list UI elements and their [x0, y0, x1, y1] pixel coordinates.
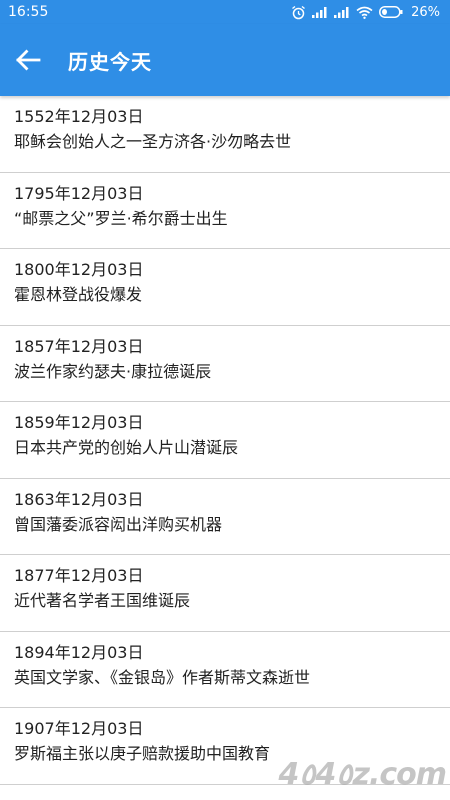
status-bar: 16:55 26% [0, 0, 450, 24]
list-item[interactable]: 1857年12月03日 波兰作家约瑟夫·康拉德诞辰 [0, 326, 450, 402]
status-icons: 26% [291, 5, 440, 20]
event-title: 日本共产党的创始人片山潜诞辰 [14, 438, 239, 457]
list-item[interactable]: 1894年12月03日 英国文学家、《金银岛》作者斯蒂文森逝世 [0, 632, 450, 708]
alarm-icon [292, 5, 306, 19]
watermark-logo: 4٥4٥z.com [278, 757, 447, 792]
event-title: 霍恩林登战役爆发 [14, 285, 143, 304]
event-title: 波兰作家约瑟夫·康拉德诞辰 [14, 361, 212, 381]
event-title: 耶稣会创始人之一圣方济各·沙勿略去世 [14, 132, 292, 151]
event-date: 1857年12月03日 [14, 336, 144, 356]
history-event-list: 1552年12月03日 耶稣会创始人之一圣方济各·沙勿略去世 1795年12月0… [0, 96, 450, 785]
app-bar: 历史今天 [0, 24, 450, 96]
arrow-left-icon [16, 49, 41, 71]
list-item[interactable]: 1859年12月03日 日本共产党的创始人片山潜诞辰 [0, 402, 450, 479]
signal-icon [334, 7, 349, 18]
list-item[interactable]: 1800年12月03日 霍恩林登战役爆发 [0, 249, 450, 326]
event-date: 1795年12月03日 [14, 183, 144, 203]
back-button[interactable] [0, 24, 56, 96]
event-date: 1552年12月03日 [14, 107, 144, 126]
event-title: 英国文学家、《金银岛》作者斯蒂文森逝世 [14, 667, 311, 687]
event-date: 1877年12月03日 [14, 566, 144, 585]
list-item[interactable]: 1552年12月03日 耶稣会创始人之一圣方济各·沙勿略去世 [0, 96, 450, 173]
event-title: 曾国藩委派容闳出洋购买机器 [14, 514, 223, 534]
event-date: 1907年12月03日 [14, 719, 144, 738]
battery-icon [379, 6, 403, 18]
wifi-icon [356, 6, 373, 19]
page-title: 历史今天 [68, 49, 152, 74]
signal-icon [312, 7, 327, 18]
event-date: 1859年12月03日 [14, 413, 144, 432]
list-item[interactable]: 1863年12月03日 曾国藩委派容闳出洋购买机器 [0, 479, 450, 555]
event-title: 近代著名学者王国维诞辰 [14, 591, 191, 610]
event-date: 1894年12月03日 [14, 642, 144, 662]
status-time: 16:55 [8, 4, 49, 20]
battery-percent: 26% [411, 4, 440, 20]
event-title: “邮票之父”罗兰·希尔爵士出生 [14, 208, 228, 228]
list-item[interactable]: 1795年12月03日 “邮票之父”罗兰·希尔爵士出生 [0, 173, 450, 249]
list-item[interactable]: 1877年12月03日 近代著名学者王国维诞辰 [0, 555, 450, 632]
event-date: 1800年12月03日 [14, 260, 144, 279]
event-date: 1863年12月03日 [14, 489, 144, 509]
